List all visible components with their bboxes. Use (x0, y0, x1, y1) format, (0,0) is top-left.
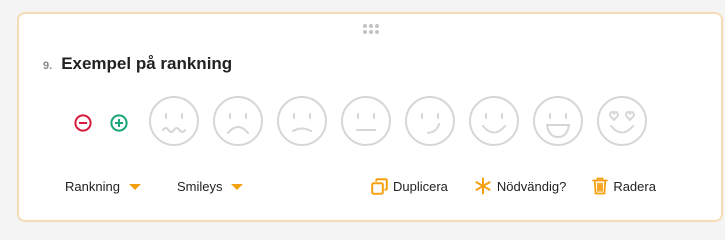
add-option-button[interactable] (110, 114, 128, 132)
caret-down-icon (128, 183, 141, 190)
duplicate-icon (371, 177, 388, 195)
drag-handle-icon[interactable] (362, 23, 380, 35)
frowning-face-icon[interactable] (212, 95, 264, 147)
question-title: 9. Exempel på rankning (43, 54, 232, 74)
question-type-dropdown[interactable]: Rankning (65, 179, 141, 194)
nauseated-face-icon[interactable] (148, 95, 200, 147)
duplicate-button[interactable]: Duplicera (371, 177, 448, 195)
slightly-frowning-face-icon[interactable] (276, 95, 328, 147)
smirking-face-icon[interactable] (404, 95, 456, 147)
grinning-face-icon[interactable] (532, 95, 584, 147)
scale-style-label: Smileys (176, 179, 223, 194)
question-type-label: Rankning (65, 179, 120, 194)
delete-label: Radera (613, 178, 656, 194)
smiley-scale (148, 95, 648, 147)
question-number: 9. (43, 60, 53, 72)
scale-style-dropdown[interactable]: Smileys (177, 179, 244, 194)
question-text[interactable]: Exempel på rankning (61, 54, 232, 74)
heart-eyes-face-icon[interactable] (596, 95, 648, 147)
remove-option-button[interactable] (74, 114, 92, 132)
question-actions: Duplicera Nödvändig? Radera (371, 177, 656, 195)
required-toggle[interactable]: Nödvändig? (474, 177, 566, 195)
question-card: 9. Exempel på rankning Rankning Smileys … (17, 12, 723, 222)
asterisk-icon (475, 177, 491, 195)
smiling-face-icon[interactable] (468, 95, 520, 147)
neutral-face-icon[interactable] (340, 95, 392, 147)
trash-icon (592, 177, 609, 195)
caret-down-icon (231, 183, 244, 190)
required-label: Nödvändig? (496, 178, 567, 194)
question-settings: Rankning Smileys (65, 179, 244, 194)
delete-button[interactable]: Radera (592, 177, 656, 195)
duplicate-label: Duplicera (393, 178, 448, 194)
